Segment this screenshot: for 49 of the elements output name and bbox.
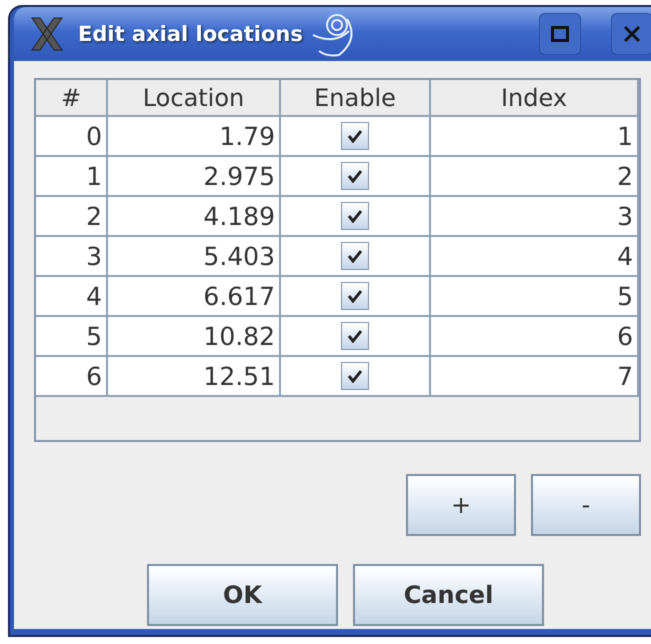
check-icon xyxy=(347,249,363,263)
check-icon xyxy=(347,369,363,383)
table-cell: 5 xyxy=(36,317,108,357)
checkbox[interactable] xyxy=(341,362,369,390)
table-cell: 10.82 xyxy=(108,317,281,357)
table-cell: 2.975 xyxy=(108,157,281,197)
table-cell: 4 xyxy=(36,277,108,317)
close-icon xyxy=(623,25,641,43)
table-cell: 6 xyxy=(431,317,639,357)
check-icon xyxy=(347,129,363,143)
remove-button[interactable]: - xyxy=(531,474,641,536)
column-header[interactable]: Enable xyxy=(281,80,431,117)
table-cell: 4.189 xyxy=(108,197,281,237)
check-icon xyxy=(347,169,363,183)
table-cell: 2 xyxy=(36,197,108,237)
table-cell: 3 xyxy=(431,197,639,237)
table-cell: 3 xyxy=(36,237,108,277)
table-cell: 1 xyxy=(36,157,108,197)
checkbox[interactable] xyxy=(341,282,369,310)
window-title: Edit axial locations xyxy=(78,22,303,46)
x-logo-icon xyxy=(28,15,66,53)
checkbox[interactable] xyxy=(341,242,369,270)
table-cell: 4 xyxy=(431,237,639,277)
add-button[interactable]: + xyxy=(406,474,516,536)
table-cell: 12.51 xyxy=(108,357,281,397)
maximize-icon xyxy=(551,26,569,42)
ok-button[interactable]: OK xyxy=(147,564,338,626)
check-icon xyxy=(347,209,363,223)
table-cell: 6.617 xyxy=(108,277,281,317)
table-cell: 2 xyxy=(431,157,639,197)
maximize-button[interactable] xyxy=(539,13,581,55)
table-cell: 5.403 xyxy=(108,237,281,277)
check-icon xyxy=(347,289,363,303)
checkbox[interactable] xyxy=(341,202,369,230)
checkbox[interactable] xyxy=(341,322,369,350)
table-cell: 5 xyxy=(431,277,639,317)
table-cell: 1 xyxy=(431,117,639,157)
check-icon xyxy=(347,329,363,343)
column-header[interactable]: # xyxy=(36,80,108,117)
close-button[interactable] xyxy=(611,13,651,55)
cancel-button[interactable]: Cancel xyxy=(353,564,544,626)
column-header[interactable]: Location xyxy=(108,80,281,117)
checkbox[interactable] xyxy=(341,122,369,150)
table-cell: 0 xyxy=(36,117,108,157)
table-cell: 7 xyxy=(431,357,639,397)
table-cell: 1.79 xyxy=(108,117,281,157)
column-header[interactable]: Index xyxy=(431,80,639,117)
checkbox[interactable] xyxy=(341,162,369,190)
table-cell: 6 xyxy=(36,357,108,397)
